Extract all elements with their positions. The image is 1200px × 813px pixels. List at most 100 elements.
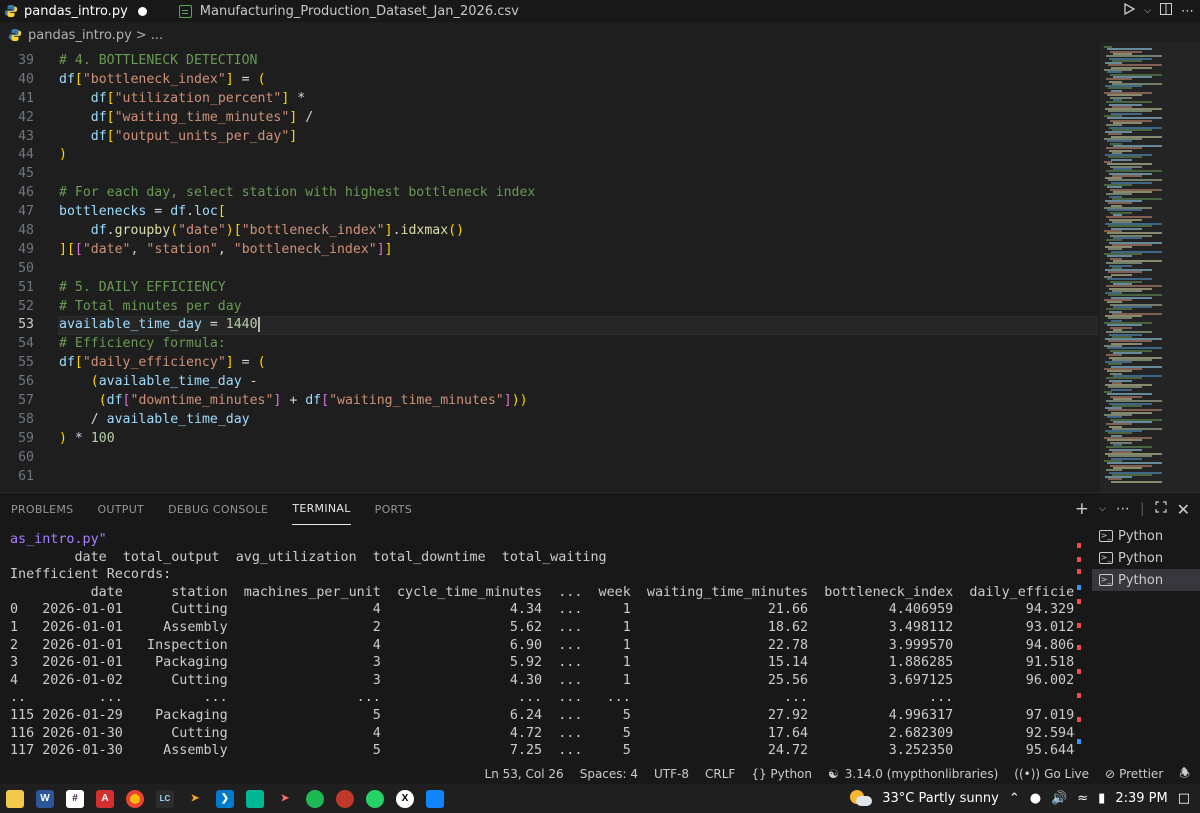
terminal-item[interactable]: >_ Python [1092,525,1200,547]
code-line[interactable]: 48 df.groupby("date")["bottleneck_index"… [0,222,1100,241]
network-icon[interactable]: ● [1030,791,1041,806]
code-line[interactable]: 60 [0,449,1100,468]
file-explorer-icon[interactable] [6,789,24,808]
arrow-app-icon[interactable]: ➤ [186,790,204,808]
slack-icon[interactable]: # [66,789,84,808]
word-icon[interactable]: W [36,789,54,808]
terminal-line: .. ... ... ... ... ... ... ... ... ... [10,690,1075,706]
code-editor[interactable]: 39 # 4. BOTTLENECK DETECTION 40 df["bottlen… [0,52,1100,486]
line-number: 46 [18,185,34,201]
paper-plane-icon[interactable]: ➤ [276,790,294,808]
code-line[interactable]: 57 (df["downtime_minutes"] + df["waiting… [0,392,1100,411]
notification-icon[interactable]: □ [1178,791,1190,806]
more-actions-icon[interactable]: ⋯ [1116,501,1130,517]
go-live-button[interactable]: ((•)) Go Live [1014,767,1089,781]
cursor-position[interactable]: Ln 53, Col 26 [485,767,564,781]
code-text: df.groupby("date")["bottleneck_index"].i… [90,223,465,239]
tab-problems[interactable]: PROBLEMS [11,493,73,525]
breadcrumb-separator: > [135,27,147,43]
code-line[interactable]: 39 # 4. BOTTLENECK DETECTION [0,52,1100,71]
minimap[interactable] [1100,42,1200,502]
code-line[interactable]: 50 [0,260,1100,279]
code-line[interactable]: 49][["date", "station", "bottleneck_inde… [0,241,1100,260]
code-line[interactable]: 44) [0,146,1100,165]
code-line[interactable]: 54 # Efficiency formula: [0,335,1100,354]
run-icon[interactable] [1122,2,1136,20]
line-number: 49 [18,241,34,257]
lc-app-icon[interactable]: LC [156,789,174,808]
end-of-line[interactable]: CRLF [705,767,735,781]
python-file-icon [4,4,18,18]
terminal-item-label: Python [1118,572,1164,588]
chevron-down-icon[interactable]: ⌵ [1144,6,1151,16]
terminal-item[interactable]: >_ Python [1092,569,1200,591]
code-line[interactable]: 40 df["bottleneck_index"] = ( [0,71,1100,90]
notifications-bell-icon[interactable]: 🕭 [1179,764,1190,785]
close-panel-icon[interactable]: ✕ [1177,500,1190,519]
code-text: # 5. DAILY EFFICIENCY [59,279,226,295]
breadcrumb-file[interactable]: pandas_intro.py [28,28,132,43]
whatsapp-icon[interactable] [366,789,384,808]
code-line[interactable]: 56 (available_time_day - [0,373,1100,392]
panel-tabs: PROBLEMS OUTPUT DEBUG CONSOLE TERMINAL P… [0,493,412,525]
spotify-icon[interactable] [306,789,324,808]
terminal-line: 4 2026-01-02 Cutting 3 4.30 ... 1 25.56 … [10,672,1075,688]
terminal-list: >_ Python >_ Python >_ Python [1092,525,1200,591]
media-player-icon[interactable] [336,789,354,808]
code-line[interactable]: 55 df["daily_efficiency"] = ( [0,354,1100,373]
code-line[interactable]: 46 # For each day, select station with hi… [0,184,1100,203]
code-line[interactable]: 41 df["utilization_percent"] * [0,90,1100,109]
code-line[interactable]: 52 # Total minutes per day [0,298,1100,317]
chrome-icon[interactable] [126,789,144,808]
code-line[interactable]: 45 [0,165,1100,184]
line-number: 50 [18,260,34,276]
battery-icon[interactable]: ▮ [1098,791,1105,806]
x-app-icon[interactable]: X [396,789,414,808]
breadcrumb-more[interactable]: ... [151,28,163,43]
wifi-icon[interactable]: ≈ [1077,791,1088,806]
tab-pandas-intro[interactable]: pandas_intro.py [0,0,157,22]
code-line[interactable]: 51 # 5. DAILY EFFICIENCY [0,279,1100,298]
volume-icon[interactable]: 🔊 [1051,791,1067,806]
language-mode[interactable]: {} Python [751,767,812,781]
line-number: 42 [18,109,34,125]
tab-manufacturing-csv[interactable]: Manufacturing_Production_Dataset_Jan_202… [157,0,529,22]
prettier-button[interactable]: ⊘ Prettier [1105,767,1163,781]
acrobat-icon[interactable]: A [96,789,114,808]
chevron-down-icon[interactable]: ⌵ [1099,504,1106,514]
code-line[interactable]: 42 df["waiting_time_minutes"] / [0,109,1100,128]
tab-output[interactable]: OUTPUT [97,493,144,525]
code-line[interactable]: 53 available_time_day = 1440 [0,316,1100,336]
split-editor-icon[interactable] [1159,2,1173,20]
minimap-line [1111,388,1132,391]
code-line[interactable]: 43 df["output_units_per_day"] [0,128,1100,147]
terminal-output[interactable]: as_intro.py" date total_output avg_utili… [0,531,1075,765]
bluesky-icon[interactable] [426,789,444,808]
terminal-item[interactable]: >_ Python [1092,547,1200,569]
screen-app-icon[interactable] [246,789,264,808]
code-line[interactable]: 61 [0,468,1100,487]
code-line[interactable]: 47 bottlenecks = df.loc[ [0,203,1100,222]
code-line[interactable]: 59) * 100 [0,430,1100,449]
vscode-icon[interactable]: ❯ [216,789,234,808]
more-actions-icon[interactable]: ⋯ [1181,4,1194,19]
tab-ports[interactable]: PORTS [375,493,412,525]
tab-debug-console[interactable]: DEBUG CONSOLE [168,493,268,525]
encoding[interactable]: UTF-8 [654,767,689,781]
line-number: 55 [18,355,34,371]
unsaved-dot-icon[interactable] [137,6,147,16]
interpreter-selector[interactable]: ☯ 3.14.0 (mypthonlibraries) [828,767,998,781]
code-text: df["waiting_time_minutes"] / [90,109,314,125]
indentation[interactable]: Spaces: 4 [580,767,638,781]
code-text: df["bottleneck_index"] = ( [59,71,266,87]
interpreter-label: 3.14.0 (mypthonlibraries) [844,767,999,781]
clock[interactable]: 2:39 PM [1115,791,1167,806]
weather-text[interactable]: 33°C Partly sunny [882,791,999,806]
line-number: 56 [18,374,34,390]
tab-terminal[interactable]: TERMINAL [292,493,351,525]
maximize-panel-icon[interactable] [1154,501,1167,517]
chevron-up-icon[interactable]: ⌃ [1009,791,1020,806]
minimap-line [1111,273,1132,276]
code-line[interactable]: 58 / available_time_day [0,411,1100,430]
new-terminal-icon[interactable]: + [1075,499,1089,519]
